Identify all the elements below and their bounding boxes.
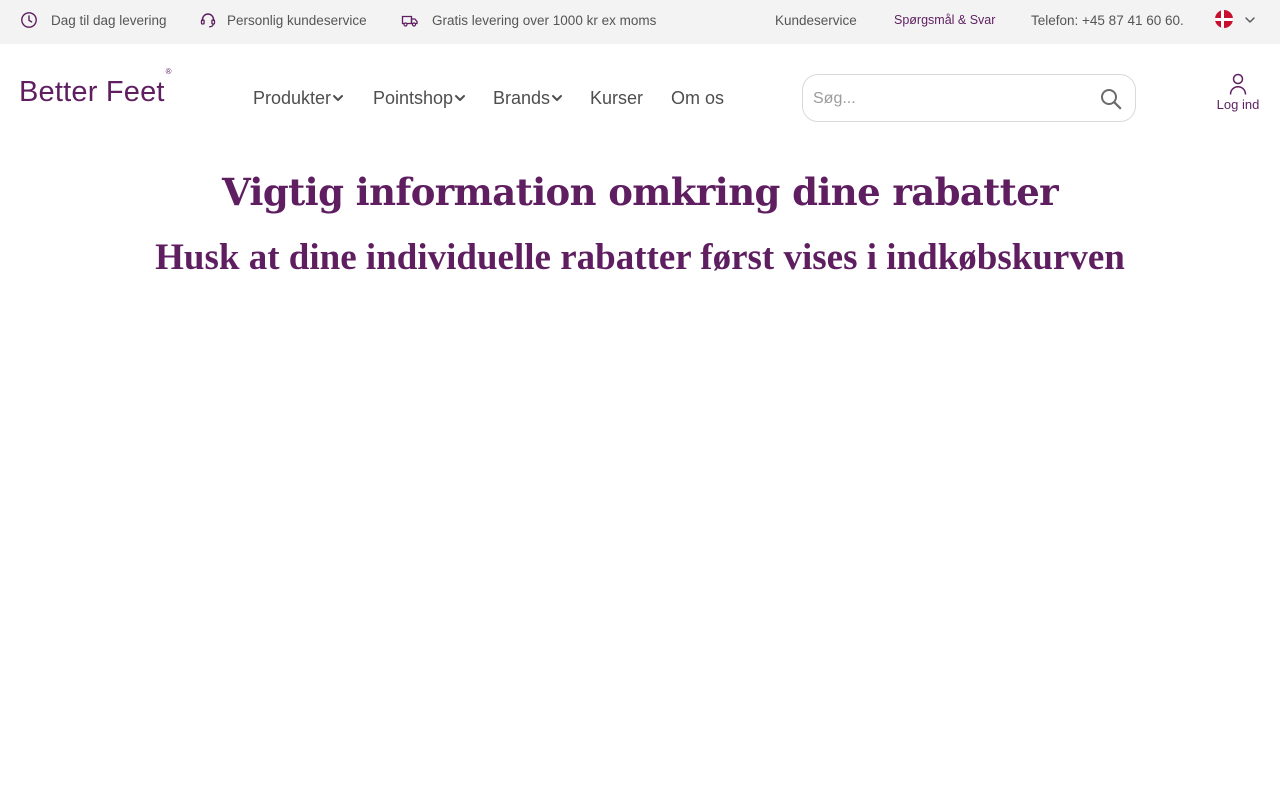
nav-item-kurser[interactable]: Kurser bbox=[590, 87, 643, 109]
login-button[interactable]: Log ind bbox=[1210, 72, 1266, 116]
search-icon[interactable] bbox=[1099, 87, 1123, 111]
usp-free-shipping: Gratis levering over 1000 kr ex moms bbox=[401, 0, 656, 40]
nav-item-pointshop[interactable]: Pointshop bbox=[373, 87, 466, 109]
chevron-down-icon bbox=[333, 95, 344, 101]
usp-label: Dag til dag levering bbox=[51, 12, 167, 28]
headset-icon bbox=[199, 11, 217, 29]
nav-item-om-os[interactable]: Om os bbox=[671, 87, 724, 109]
usp-label: Gratis levering over 1000 kr ex moms bbox=[432, 12, 657, 28]
search-input[interactable] bbox=[813, 87, 1083, 111]
faq-link[interactable]: Spørgsmål & Svar bbox=[894, 0, 995, 40]
user-icon bbox=[1229, 73, 1247, 95]
usp-label: Personlig kundeservice bbox=[227, 12, 367, 28]
phone-link[interactable]: Telefon: +45 87 41 60 60. bbox=[1031, 0, 1184, 40]
main-header: Better Feet® Produkter Pointshop Brands … bbox=[0, 44, 1280, 144]
login-label: Log ind bbox=[1216, 97, 1260, 112]
chevron-down-icon bbox=[552, 95, 563, 101]
chevron-down-icon bbox=[455, 95, 466, 101]
nav-label: Brands bbox=[493, 87, 551, 108]
logo-text: Better Feet bbox=[19, 76, 165, 108]
customer-service-link[interactable]: Kundeservice bbox=[775, 0, 857, 40]
nav-item-produkter[interactable]: Produkter bbox=[253, 87, 344, 109]
page-subheadline: Husk at dine individuelle rabatter først… bbox=[155, 237, 1125, 278]
nav-label: Om os bbox=[671, 87, 725, 108]
nav-label: Pointshop bbox=[373, 87, 454, 108]
usp-customer-service: Personlig kundeservice bbox=[199, 0, 367, 40]
page-headline: Vigtig information omkring dine rabatter bbox=[221, 170, 1059, 214]
denmark-flag-icon[interactable] bbox=[1215, 10, 1233, 28]
nav-item-brands[interactable]: Brands bbox=[493, 87, 563, 109]
registered-mark: ® bbox=[165, 67, 172, 77]
delivery-truck-icon bbox=[401, 11, 419, 29]
usp-delivery: Dag til dag levering bbox=[20, 0, 167, 40]
nav-label: Kurser bbox=[590, 87, 644, 108]
site-logo[interactable]: Better Feet® bbox=[19, 68, 172, 108]
top-info-bar: Dag til dag levering Personlig kundeserv… bbox=[0, 0, 1280, 44]
clock-icon bbox=[20, 11, 38, 29]
search-box bbox=[802, 74, 1136, 122]
nav-label: Produkter bbox=[253, 87, 332, 108]
chevron-down-icon[interactable] bbox=[1244, 14, 1256, 26]
